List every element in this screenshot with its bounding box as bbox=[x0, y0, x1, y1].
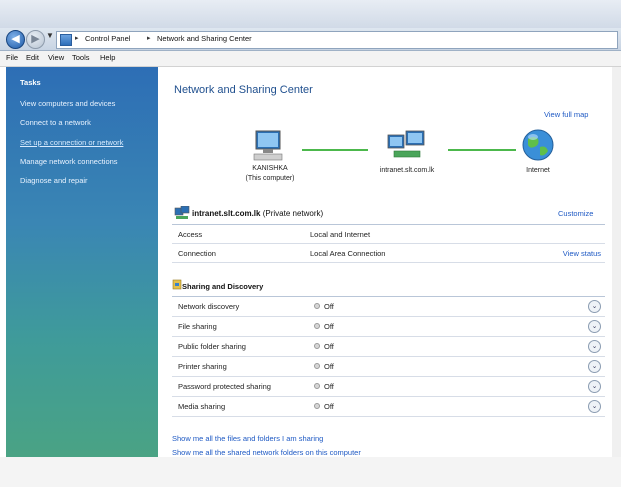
menu-bar: File Edit View Tools Help bbox=[0, 51, 621, 67]
row-value: Off bbox=[324, 382, 334, 391]
view-status-link[interactable]: View status bbox=[563, 249, 601, 258]
network-name: intranet.slt.com.lk bbox=[192, 209, 261, 218]
sharing-row: Password protected sharing Off ⌄ bbox=[172, 377, 605, 397]
recent-pages-dropdown-icon[interactable]: ▼ bbox=[46, 31, 54, 40]
page-title: Network and Sharing Center bbox=[174, 84, 313, 96]
row-value: Off bbox=[324, 342, 334, 351]
show-shared-folders-link[interactable]: Show me all the shared network folders o… bbox=[172, 448, 361, 457]
network-type: (Private network) bbox=[262, 209, 324, 218]
expand-chevron-icon[interactable]: ⌄ bbox=[588, 400, 601, 413]
task-view-computers[interactable]: View computers and devices bbox=[20, 99, 115, 108]
row-value: Off bbox=[324, 362, 334, 371]
menu-file[interactable]: File bbox=[6, 53, 18, 62]
computer-icon bbox=[253, 130, 283, 161]
sharing-row: Media sharing Off ⌄ bbox=[172, 397, 605, 417]
row-value: Off bbox=[324, 302, 334, 311]
map-connector bbox=[302, 149, 368, 151]
status-dot-icon bbox=[314, 343, 320, 349]
computer-caption: (This computer) bbox=[245, 175, 295, 182]
internet-label[interactable]: Internet bbox=[516, 167, 560, 174]
main-content: Network and Sharing Center View full map… bbox=[158, 67, 621, 457]
task-setup-connection[interactable]: Set up a connection or network bbox=[20, 138, 123, 147]
network-icon bbox=[387, 130, 425, 158]
sharing-row: Public folder sharing Off ⌄ bbox=[172, 337, 605, 357]
menu-edit[interactable]: Edit bbox=[26, 53, 39, 62]
status-dot-icon bbox=[314, 303, 320, 309]
row-label: Network discovery bbox=[178, 302, 240, 311]
status-dot-icon bbox=[314, 403, 320, 409]
forward-button[interactable]: ▶ bbox=[26, 30, 45, 49]
expand-chevron-icon[interactable]: ⌄ bbox=[588, 320, 601, 333]
breadcrumb-network-sharing[interactable]: Network and Sharing Center bbox=[157, 34, 252, 43]
sharing-heading: Sharing and Discovery bbox=[182, 282, 264, 291]
breadcrumb-chevron-icon[interactable]: ▸ bbox=[75, 34, 79, 42]
row-label: Access bbox=[178, 230, 203, 239]
show-shared-files-link[interactable]: Show me all the files and folders I am s… bbox=[172, 434, 323, 443]
task-diagnose-repair[interactable]: Diagnose and repair bbox=[20, 176, 88, 185]
row-label: File sharing bbox=[178, 322, 217, 331]
network-status-icon bbox=[174, 206, 190, 219]
window-frame bbox=[612, 67, 621, 457]
row-label: Connection bbox=[178, 249, 216, 258]
map-connector bbox=[448, 149, 516, 151]
back-button[interactable]: ◀ bbox=[6, 30, 25, 49]
menu-help[interactable]: Help bbox=[100, 53, 115, 62]
title-bar bbox=[0, 0, 621, 30]
task-pane: Tasks View computers and devices Connect… bbox=[6, 67, 158, 457]
internet-globe-icon bbox=[522, 129, 554, 161]
window: ◀ ▶ ▼ ▸ Control Panel ▸ Network and Shar… bbox=[0, 0, 621, 487]
status-dot-icon bbox=[314, 363, 320, 369]
sharing-row: File sharing Off ⌄ bbox=[172, 317, 605, 337]
breadcrumb-chevron-icon[interactable]: ▸ bbox=[147, 34, 151, 42]
row-label: Password protected sharing bbox=[178, 382, 271, 391]
sharing-icon bbox=[172, 279, 182, 290]
status-dot-icon bbox=[314, 383, 320, 389]
control-panel-icon bbox=[60, 34, 72, 46]
expand-chevron-icon[interactable]: ⌄ bbox=[588, 380, 601, 393]
row-value: Off bbox=[324, 402, 334, 411]
window-bottom bbox=[0, 457, 621, 487]
menu-view[interactable]: View bbox=[48, 53, 64, 62]
menu-tools[interactable]: Tools bbox=[72, 53, 90, 62]
row-value: Local Area Connection bbox=[310, 249, 386, 258]
computer-name[interactable]: KANISHKA bbox=[244, 165, 296, 172]
expand-chevron-icon[interactable]: ⌄ bbox=[588, 300, 601, 313]
status-dot-icon bbox=[314, 323, 320, 329]
row-value: Off bbox=[324, 322, 334, 331]
row-label: Media sharing bbox=[178, 402, 226, 411]
row-label: Public folder sharing bbox=[178, 342, 246, 351]
view-full-map-link[interactable]: View full map bbox=[544, 110, 588, 119]
network-map-name[interactable]: intranet.slt.com.lk bbox=[364, 167, 450, 174]
expand-chevron-icon[interactable]: ⌄ bbox=[588, 340, 601, 353]
task-connect-network[interactable]: Connect to a network bbox=[20, 118, 91, 127]
network-name-heading: intranet.slt.com.lk (Private network) bbox=[192, 209, 323, 218]
expand-chevron-icon[interactable]: ⌄ bbox=[588, 360, 601, 373]
network-detail-row: Access Local and Internet bbox=[172, 225, 605, 244]
sharing-row: Printer sharing Off ⌄ bbox=[172, 357, 605, 377]
tasks-heading: Tasks bbox=[20, 78, 41, 87]
customize-link[interactable]: Customize bbox=[558, 209, 593, 218]
row-label: Printer sharing bbox=[178, 362, 227, 371]
breadcrumb-control-panel[interactable]: Control Panel bbox=[85, 34, 130, 43]
network-detail-row: Connection Local Area Connection View st… bbox=[172, 244, 605, 263]
task-manage-connections[interactable]: Manage network connections bbox=[20, 157, 118, 166]
row-value: Local and Internet bbox=[310, 230, 371, 239]
address-bar[interactable]: ▸ Control Panel ▸ Network and Sharing Ce… bbox=[56, 31, 618, 49]
sharing-row: Network discovery Off ⌄ bbox=[172, 297, 605, 317]
